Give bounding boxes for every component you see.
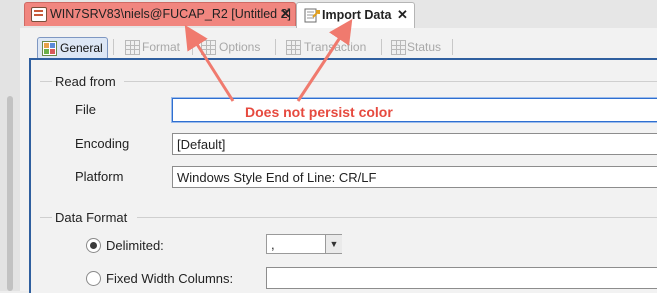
annotation-arrows — [184, 18, 353, 102]
annotation-text: Does not persist color — [245, 104, 393, 120]
